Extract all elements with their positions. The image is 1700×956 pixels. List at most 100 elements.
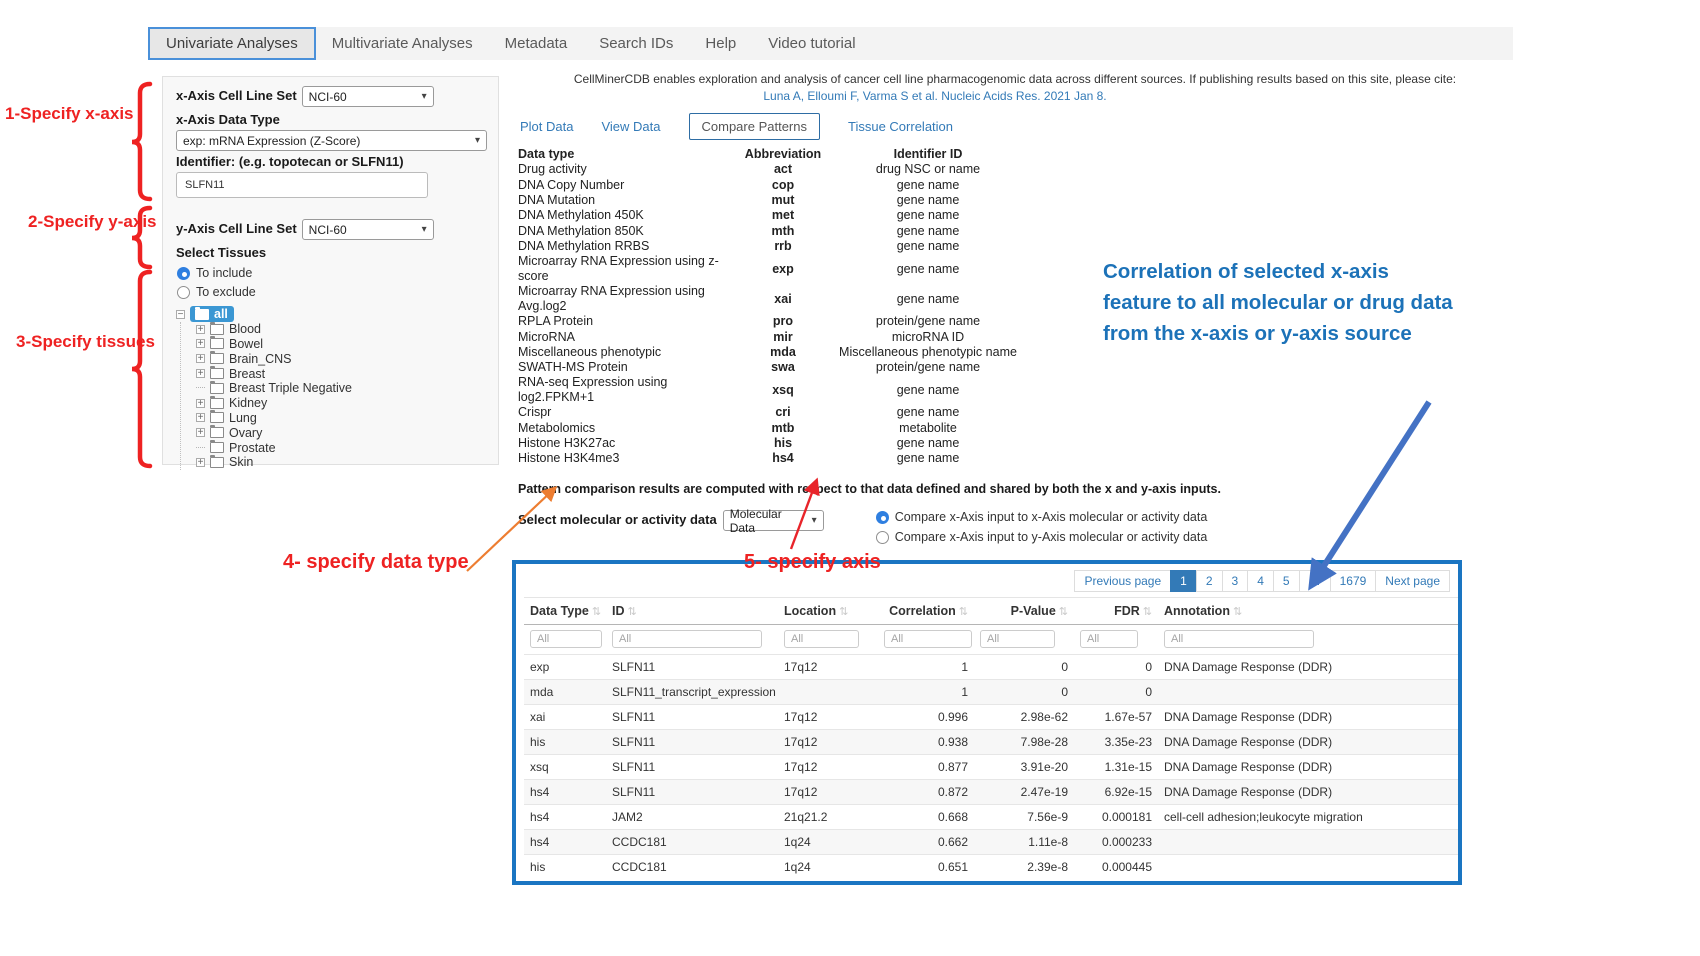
tree-item-breast-triple-negative[interactable]: Breast Triple Negative xyxy=(196,381,485,396)
expand-icon[interactable]: + xyxy=(196,399,205,408)
compare-radio-compare-x-axis-input-to-y-axis-molecular-or-activity-data[interactable]: Compare x-Axis input to y-Axis molecular… xyxy=(876,530,1208,544)
filter-input-location[interactable] xyxy=(784,630,859,648)
folder-icon xyxy=(210,324,224,335)
datatype-cell: xsq xyxy=(730,375,836,405)
result-cell: 17q12 xyxy=(778,730,878,755)
filter-input-annotation[interactable] xyxy=(1164,630,1314,648)
expand-icon[interactable]: + xyxy=(196,354,205,363)
radio-icon[interactable] xyxy=(177,267,190,280)
sort-icon[interactable]: ⇅ xyxy=(839,606,848,618)
page-button-4[interactable]: 4 xyxy=(1247,570,1274,592)
datatype-cell: cop xyxy=(730,178,836,193)
identifier-input[interactable] xyxy=(176,172,428,198)
result-cell: SLFN11 xyxy=(606,730,778,755)
tree-item-lung[interactable]: +Lung xyxy=(196,411,485,426)
tree-item-kidney[interactable]: +Kidney xyxy=(196,396,485,411)
filter-input-data-type[interactable] xyxy=(530,630,602,648)
filter-cell xyxy=(974,625,1074,655)
column-header-id[interactable]: ID⇅ xyxy=(606,598,778,625)
nav-tab-multivariate-analyses[interactable]: Multivariate Analyses xyxy=(316,27,489,60)
tree-item-bowel[interactable]: +Bowel xyxy=(196,337,485,352)
datatype-row: RPLA Proteinproprotein/gene name xyxy=(518,314,1020,329)
citation-link[interactable]: Luna A, Elloumi F, Varma S et al. Nuclei… xyxy=(763,89,1106,103)
page-button-5[interactable]: 5 xyxy=(1273,570,1300,592)
datatype-cell: Metabolomics xyxy=(518,421,730,436)
filter-input-id[interactable] xyxy=(612,630,762,648)
expand-icon[interactable]: + xyxy=(196,413,205,422)
sort-icon[interactable]: ⇅ xyxy=(592,606,601,618)
page-button-1[interactable]: 1 xyxy=(1170,570,1197,592)
folder-icon xyxy=(210,353,224,364)
molecular-data-select[interactable]: Molecular Data ▾ xyxy=(723,510,824,531)
expand-icon[interactable]: + xyxy=(196,339,205,348)
subtab-compare-patterns[interactable]: Compare Patterns xyxy=(689,113,821,140)
sort-icon[interactable]: ⇅ xyxy=(959,606,968,618)
nav-tab-univariate-analyses[interactable]: Univariate Analyses xyxy=(148,27,316,60)
sort-icon[interactable]: ⇅ xyxy=(1059,606,1068,618)
nav-tab-search-ids[interactable]: Search IDs xyxy=(583,27,689,60)
expand-icon[interactable]: + xyxy=(196,458,205,467)
column-header-fdr[interactable]: FDR⇅ xyxy=(1074,598,1158,625)
subtab-plot-data[interactable]: Plot Data xyxy=(520,119,573,134)
compare-radio-compare-x-axis-input-to-x-axis-molecular-or-activity-data[interactable]: Compare x-Axis input to x-Axis molecular… xyxy=(876,510,1208,524)
tree-root[interactable]: −all xyxy=(176,307,485,322)
result-cell: 0.651 xyxy=(878,855,974,880)
expand-icon[interactable]: + xyxy=(196,369,205,378)
filter-input-correlation[interactable] xyxy=(884,630,972,648)
nav-tab-video-tutorial[interactable]: Video tutorial xyxy=(752,27,871,60)
datatype-cell: drug NSC or name xyxy=(836,162,1020,177)
result-cell: xai xyxy=(524,705,606,730)
x-axis-cell-line-set-select[interactable]: NCI-60 ▾ xyxy=(302,86,434,107)
page-button-2[interactable]: 2 xyxy=(1196,570,1223,592)
tree-item-ovary[interactable]: +Ovary xyxy=(196,425,485,440)
table-row: mdaSLFN11_transcript_expression100 xyxy=(524,680,1458,705)
sort-icon[interactable]: ⇅ xyxy=(1233,606,1242,618)
annotation-step3: 3-Specify tissues xyxy=(16,332,155,352)
tissue-radio-to-exclude[interactable]: To exclude xyxy=(177,285,485,299)
datatype-cell: mut xyxy=(730,193,836,208)
column-header-p-value[interactable]: P-Value⇅ xyxy=(974,598,1074,625)
tree-item-skin[interactable]: +Skin xyxy=(196,455,485,470)
expand-icon[interactable]: + xyxy=(196,428,205,437)
tree-item-breast[interactable]: +Breast xyxy=(196,366,485,381)
page-button-item[interactable]: … xyxy=(1299,570,1331,592)
result-cell: 1.67e-57 xyxy=(1074,705,1158,730)
page-button-previous-page[interactable]: Previous page xyxy=(1074,570,1171,592)
result-cell: 0 xyxy=(1074,680,1158,705)
page-button-next-page[interactable]: Next page xyxy=(1375,570,1450,592)
column-header-location[interactable]: Location⇅ xyxy=(778,598,878,625)
tree-root-chip[interactable]: all xyxy=(190,306,234,322)
result-cell: 17q12 xyxy=(778,780,878,805)
subtab-view-data[interactable]: View Data xyxy=(601,119,660,134)
nav-tab-help[interactable]: Help xyxy=(689,27,752,60)
column-header-data-type[interactable]: Data Type⇅ xyxy=(524,598,606,625)
sort-icon[interactable]: ⇅ xyxy=(1143,606,1152,618)
radio-icon[interactable] xyxy=(876,511,889,524)
y-axis-cell-line-set-select[interactable]: NCI-60 ▾ xyxy=(302,219,434,240)
column-header-annotation[interactable]: Annotation⇅ xyxy=(1158,598,1458,625)
tissue-radio-to-include[interactable]: To include xyxy=(177,266,485,280)
datatype-cell: Microarray RNA Expression using z-score xyxy=(518,254,730,284)
tree-item-brain-cns[interactable]: +Brain_CNS xyxy=(196,351,485,366)
page-button-1679[interactable]: 1679 xyxy=(1330,570,1377,592)
filter-input-p-value[interactable] xyxy=(980,630,1055,648)
tree-item-prostate[interactable]: Prostate xyxy=(196,440,485,455)
x-axis-data-type-select[interactable]: exp: mRNA Expression (Z-Score) ▾ xyxy=(176,130,487,151)
result-cell: 6.92e-15 xyxy=(1074,780,1158,805)
subtab-tissue-correlation[interactable]: Tissue Correlation xyxy=(848,119,953,134)
datatype-cell: gene name xyxy=(836,193,1020,208)
datatype-cell: hs4 xyxy=(730,451,836,466)
folder-icon xyxy=(210,368,224,379)
collapse-icon[interactable]: − xyxy=(176,310,185,319)
sort-icon[interactable]: ⇅ xyxy=(628,606,637,618)
nav-tab-metadata[interactable]: Metadata xyxy=(489,27,584,60)
expand-icon[interactable]: + xyxy=(196,325,205,334)
tree-item-blood[interactable]: +Blood xyxy=(196,322,485,337)
page-button-3[interactable]: 3 xyxy=(1222,570,1249,592)
radio-icon[interactable] xyxy=(876,531,889,544)
column-header-correlation[interactable]: Correlation⇅ xyxy=(878,598,974,625)
datatype-cell: protein/gene name xyxy=(836,314,1020,329)
radio-icon[interactable] xyxy=(177,286,190,299)
filter-input-fdr[interactable] xyxy=(1080,630,1138,648)
axis-settings-panel: x-Axis Cell Line Set NCI-60 ▾ x-Axis Dat… xyxy=(162,76,499,465)
